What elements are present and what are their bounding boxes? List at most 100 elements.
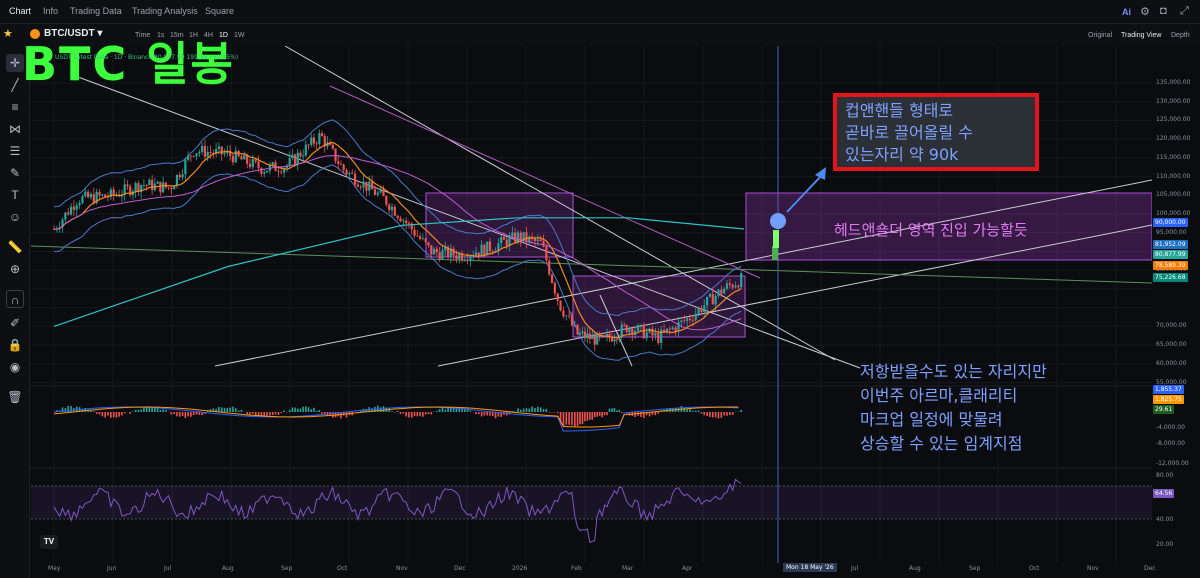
candle-body bbox=[413, 229, 416, 236]
lock-icon[interactable]: 🔒 bbox=[6, 336, 24, 354]
candle-body bbox=[657, 333, 660, 343]
candle-body bbox=[69, 206, 73, 215]
macd-bar bbox=[226, 407, 229, 412]
macd-bar bbox=[176, 412, 178, 417]
macd-bar bbox=[140, 409, 142, 412]
candle-body bbox=[359, 186, 362, 188]
trash-icon[interactable]: 🗑 bbox=[6, 388, 24, 406]
candle-body bbox=[772, 246, 778, 260]
candle-body bbox=[75, 205, 78, 210]
tab-info[interactable]: Info bbox=[43, 6, 58, 16]
macd-tick: 29.61 bbox=[1153, 405, 1175, 414]
macd-line bbox=[53, 406, 739, 432]
candle-body bbox=[697, 308, 700, 314]
candle-body bbox=[156, 181, 159, 184]
star-icon[interactable]: ★ bbox=[3, 27, 13, 40]
candle-body bbox=[568, 315, 571, 317]
tab-chart[interactable]: Chart bbox=[9, 6, 31, 16]
interval-1w[interactable]: 1W bbox=[234, 32, 245, 39]
macd-bar bbox=[714, 412, 717, 418]
candle-body bbox=[717, 289, 720, 296]
macd-bar bbox=[413, 412, 416, 417]
candle-body bbox=[416, 235, 419, 237]
macd-bar bbox=[534, 407, 536, 412]
time-tick: May bbox=[48, 565, 61, 572]
candle-body bbox=[548, 260, 551, 275]
candle-body bbox=[263, 172, 266, 174]
macd-bar bbox=[424, 412, 427, 415]
macd-bar bbox=[430, 412, 433, 415]
macd-bar bbox=[589, 412, 591, 420]
candle-body bbox=[536, 239, 539, 242]
camera-icon[interactable]: ◘ bbox=[1160, 5, 1167, 17]
macd-bar bbox=[542, 409, 545, 412]
view-original[interactable]: Original bbox=[1088, 32, 1112, 39]
candle-body bbox=[734, 285, 737, 288]
candle-body bbox=[342, 164, 345, 171]
rsi-tick: 40.00 bbox=[1156, 516, 1174, 523]
macd-bar bbox=[110, 412, 112, 418]
candle-body bbox=[376, 192, 379, 195]
price-tick: 125,000.00 bbox=[1156, 116, 1191, 124]
eye-icon[interactable]: ◉ bbox=[6, 358, 24, 376]
magnet-icon[interactable]: ∩ bbox=[6, 290, 24, 308]
text-icon[interactable]: T bbox=[6, 186, 24, 204]
macd-bar bbox=[731, 412, 734, 415]
price-axis[interactable]: 135,000.00 130,000.00 125,000.00 120,000.00… bbox=[1152, 46, 1200, 578]
macd-bar bbox=[104, 412, 106, 418]
fullscreen-icon[interactable]: ⤢ bbox=[1180, 5, 1189, 18]
price-tick: 105,000.00 bbox=[1156, 191, 1191, 199]
tab-square[interactable]: Square bbox=[205, 6, 234, 16]
zoom-icon[interactable]: ⊕ bbox=[6, 260, 24, 278]
candle-body bbox=[639, 324, 643, 326]
lock-drawing-icon[interactable]: ✐ bbox=[6, 314, 24, 332]
macd-bar bbox=[419, 412, 421, 417]
tab-trading-analysis[interactable]: Trading Analysis bbox=[132, 6, 198, 16]
macd-bar bbox=[234, 408, 237, 412]
candle-body bbox=[705, 296, 709, 306]
candle-body bbox=[581, 331, 584, 333]
settings-icon[interactable]: ⚙ bbox=[1140, 5, 1150, 18]
macd-bar bbox=[101, 412, 104, 417]
macd-bar bbox=[399, 412, 402, 414]
tab-trading-data[interactable]: Trading Data bbox=[70, 6, 122, 16]
horizontal-lines-icon[interactable]: ≡ bbox=[6, 98, 24, 116]
macd-bar bbox=[345, 412, 348, 418]
macd-bar bbox=[551, 412, 553, 413]
macd-tick: -4,000.00 bbox=[1156, 424, 1185, 431]
candle-body bbox=[773, 230, 779, 248]
macd-bar bbox=[613, 408, 616, 412]
macd-bar bbox=[726, 412, 728, 416]
macd-bar bbox=[271, 412, 274, 416]
macd-bar bbox=[634, 412, 636, 418]
view-depth[interactable]: Depth bbox=[1171, 32, 1190, 39]
candle-body bbox=[502, 236, 506, 240]
macd-bar bbox=[571, 412, 573, 426]
brush-icon[interactable]: ✎ bbox=[6, 164, 24, 182]
candle-body bbox=[671, 327, 674, 330]
macd-bar bbox=[67, 405, 70, 412]
trend-line bbox=[214, 179, 1152, 367]
ai-icon[interactable]: Ai bbox=[1122, 7, 1131, 17]
macd-bar bbox=[616, 410, 618, 412]
candle-body bbox=[628, 328, 631, 333]
time-axis[interactable]: Mon 18 May '26 May Jun Jul Aug Sep Oct Nov Dec 2… bbox=[31, 563, 1156, 578]
candle-body bbox=[257, 161, 260, 169]
macd-bar bbox=[438, 409, 441, 412]
fib-icon[interactable]: ☰ bbox=[6, 142, 24, 160]
view-trading-view[interactable]: Trading View bbox=[1121, 32, 1161, 39]
candle-body bbox=[483, 244, 486, 256]
macd-bar bbox=[586, 412, 589, 421]
emoji-icon[interactable]: ☺ bbox=[6, 208, 24, 226]
macd-bar bbox=[608, 408, 611, 412]
macd-bar bbox=[184, 412, 187, 419]
pattern-icon[interactable]: ⋈ bbox=[6, 120, 24, 138]
macd-bar bbox=[121, 412, 123, 416]
candle-body bbox=[345, 170, 348, 175]
macd-bar bbox=[686, 409, 688, 412]
ruler-icon[interactable]: 📏 bbox=[6, 238, 24, 256]
candle-body bbox=[390, 206, 394, 211]
candle-body bbox=[98, 191, 101, 196]
candle-body bbox=[151, 179, 154, 191]
candle-body bbox=[388, 204, 391, 211]
